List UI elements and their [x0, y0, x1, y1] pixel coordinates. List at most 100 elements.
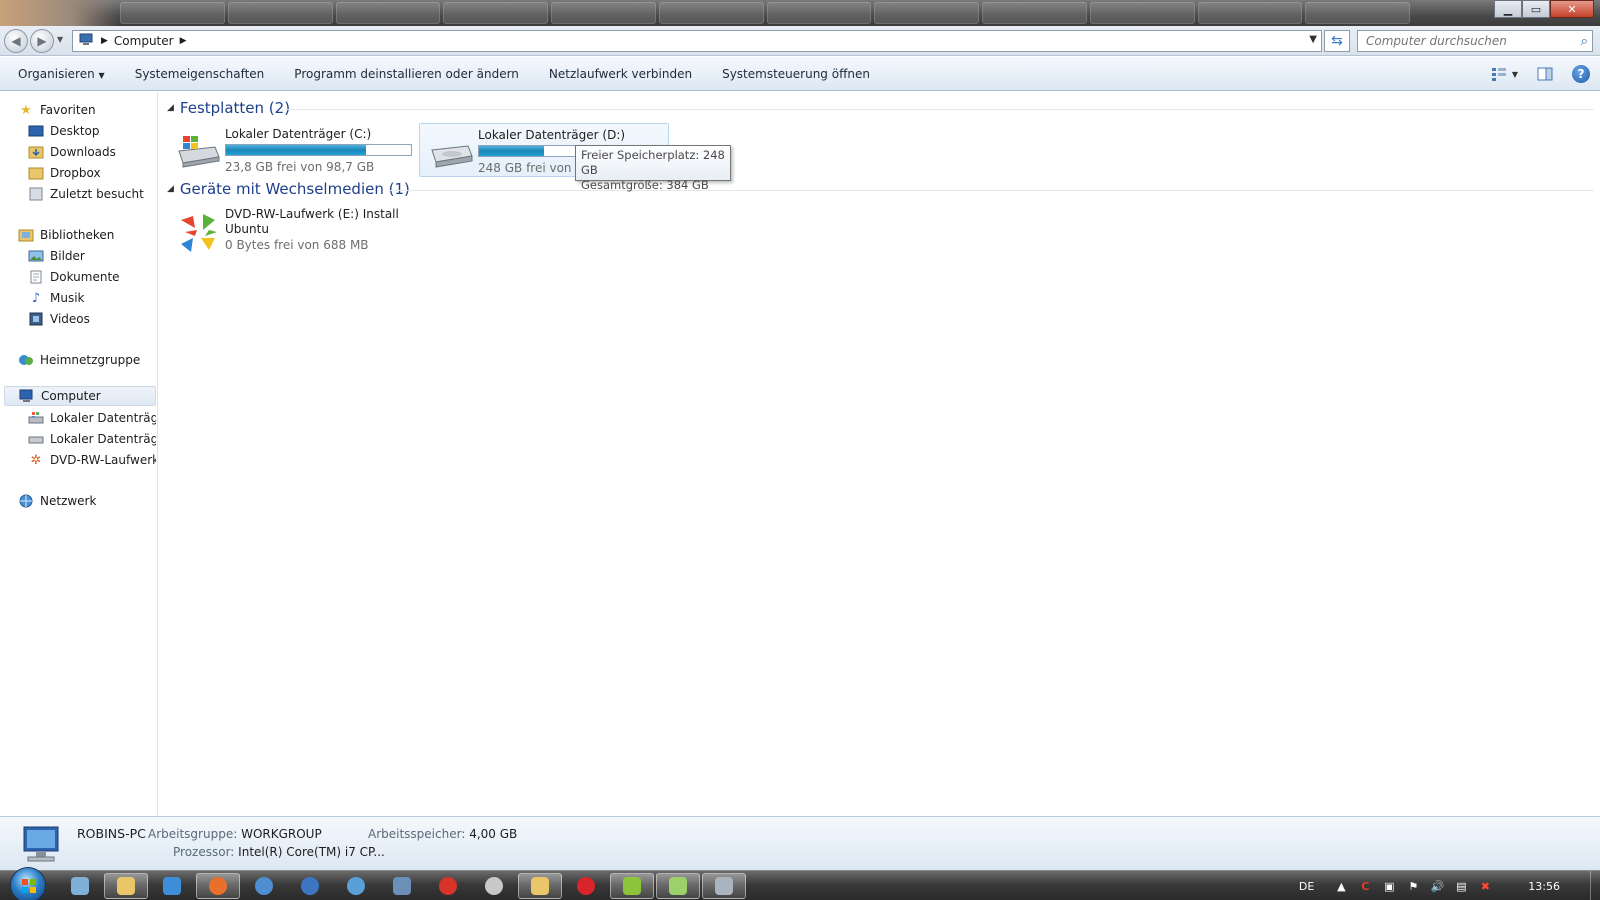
nav-recent[interactable]: Zuletzt besucht [28, 184, 144, 204]
taskbar-download[interactable] [656, 873, 700, 899]
taskbar-volume-app[interactable] [702, 873, 746, 899]
android-icon [623, 877, 641, 895]
background-tab [1305, 2, 1410, 24]
computer-icon [19, 388, 35, 404]
search-input[interactable] [1366, 34, 1566, 48]
show-desktop-icon [71, 877, 89, 895]
group-header-removable[interactable]: ◢ Geräte mit Wechselmedien (1) [167, 180, 410, 198]
search-icon[interactable]: ⌕ [1581, 34, 1588, 49]
ccleaner-tray-icon[interactable]: C [1356, 878, 1374, 894]
preview-pane-button[interactable] [1536, 65, 1554, 83]
open-control-panel-button[interactable]: Systemsteuerung öffnen [722, 67, 870, 81]
dvd-drive-tile[interactable]: DVD-RW-Laufwerk (E:) Install Ubuntu 0 By… [167, 204, 417, 264]
address-bar[interactable]: ▶ Computer ▶ ▼ [72, 30, 1322, 52]
taskbar-skype[interactable] [334, 873, 378, 899]
minimize-button[interactable]: ▁ [1494, 0, 1522, 18]
maximize-button[interactable]: ▭ [1522, 0, 1550, 18]
collapse-triangle-icon[interactable]: ◢ [167, 184, 174, 194]
taskbar-show-desktop[interactable] [58, 873, 102, 899]
workgroup-value: WORKGROUP [241, 827, 322, 841]
close-button[interactable]: ✕ [1550, 0, 1594, 18]
drive-c-free-space: 23,8 GB frei von 98,7 GB [225, 160, 375, 174]
network-tray-icon[interactable]: ▤ [1452, 878, 1470, 894]
forward-arrow-icon: ▶ [37, 34, 47, 48]
organize-button[interactable]: Organisieren ▼ [18, 67, 105, 81]
group-header-hard-disks[interactable]: ◢ Festplatten (2) [167, 99, 290, 117]
taskbar-libraries[interactable] [104, 873, 148, 899]
taskbar-thunderbird[interactable] [242, 873, 286, 899]
navigation-pane: ★ Favoriten Desktop Downloads Dropbox Zu… [0, 92, 158, 816]
taskbar-security[interactable] [380, 873, 424, 899]
group-title-removable: Geräte mit Wechselmedien (1) [179, 180, 410, 198]
forward-button[interactable]: ▶ [30, 29, 54, 53]
nav-videos[interactable]: Videos [28, 309, 90, 329]
taskbar-explorer[interactable] [518, 873, 562, 899]
nav-favorites-label: Favoriten [40, 103, 96, 117]
security-icon [393, 877, 411, 895]
nav-pictures[interactable]: Bilder [28, 246, 85, 266]
taskbar-steam[interactable] [472, 873, 516, 899]
nav-dropbox[interactable]: Dropbox [28, 163, 101, 183]
steam-icon [485, 877, 503, 895]
taskbar-firefox[interactable] [196, 873, 240, 899]
help-button[interactable]: ? [1572, 65, 1590, 83]
change-view-button[interactable] [1490, 65, 1508, 83]
show-desktop-button[interactable] [1590, 871, 1600, 900]
nav-downloads[interactable]: Downloads [28, 142, 116, 162]
workgroup-label: Arbeitsgruppe: [148, 827, 238, 841]
taskbar-ccleaner[interactable] [426, 873, 470, 899]
nav-music-label: Musik [50, 291, 85, 305]
language-indicator[interactable]: DE [1299, 880, 1314, 893]
alert-tray-icon[interactable]: ✖ [1476, 878, 1494, 894]
nav-pictures-label: Bilder [50, 249, 85, 263]
nav-music[interactable]: ♪ Musik [28, 288, 85, 308]
volume-icon[interactable]: 🔊 [1428, 878, 1446, 894]
drive-c-tile[interactable]: Lokaler Datenträger (C:) 23,8 GB frei vo… [167, 123, 417, 177]
pictures-icon [28, 248, 44, 264]
hard-drive-icon [28, 431, 44, 447]
maxthon-icon [301, 877, 319, 895]
map-network-drive-button[interactable]: Netzlaufwerk verbinden [549, 67, 692, 81]
nav-libraries[interactable]: Bibliotheken [18, 225, 114, 245]
nav-homegroup[interactable]: Heimnetzgruppe [18, 350, 140, 370]
drive-c-usage-fill [226, 145, 367, 155]
clock[interactable]: 13:56 [1528, 880, 1560, 893]
command-bar-right: ▼ ? [1490, 65, 1590, 83]
nav-videos-label: Videos [50, 312, 90, 326]
nav-drive-c[interactable]: Lokaler Datenträger [28, 408, 156, 428]
nav-computer[interactable]: Computer [4, 386, 156, 406]
start-button[interactable] [10, 867, 46, 900]
device-tray-icon[interactable]: ▣ [1380, 878, 1398, 894]
nav-network[interactable]: Netzwerk [18, 491, 96, 511]
show-hidden-icons[interactable]: ▲ [1332, 878, 1350, 894]
firefox-icon [209, 877, 227, 895]
view-menu-chevron-icon[interactable]: ▼ [1512, 70, 1518, 79]
address-dropdown-icon[interactable]: ▼ [1309, 34, 1317, 45]
nav-dvd-drive[interactable]: ✲ DVD-RW-Laufwerk ( [28, 450, 156, 470]
breadcrumb-separator-icon[interactable]: ▶ [101, 36, 108, 46]
taskbar-opera[interactable] [564, 873, 608, 899]
nav-libraries-label: Bibliotheken [40, 228, 115, 242]
background-tab [120, 2, 225, 24]
back-button[interactable]: ◀ [4, 29, 28, 53]
system-properties-button[interactable]: Systemeigenschaften [135, 67, 265, 81]
drive-d-name: Lokaler Datenträger (D:) [478, 128, 626, 142]
recent-pages-chevron-icon[interactable]: ▼ [57, 35, 63, 44]
organize-label: Organisieren [18, 66, 95, 81]
search-box[interactable]: ⌕ [1357, 30, 1593, 52]
breadcrumb-computer[interactable]: Computer [114, 34, 174, 48]
uninstall-program-button[interactable]: Programm deinstallieren oder ändern [294, 67, 519, 81]
breadcrumb-separator-icon[interactable]: ▶ [180, 36, 187, 46]
nav-documents[interactable]: Dokumente [28, 267, 120, 287]
taskbar-android[interactable] [610, 873, 654, 899]
nav-desktop[interactable]: Desktop [28, 121, 100, 141]
action-center-flag-icon[interactable]: ⚑ [1404, 878, 1422, 894]
refresh-button[interactable]: ⇆ [1324, 30, 1350, 52]
collapse-triangle-icon[interactable]: ◢ [167, 103, 174, 113]
hard-drive-icon [431, 145, 473, 168]
opera-icon [577, 877, 595, 895]
nav-favorites[interactable]: ★ Favoriten [18, 100, 96, 120]
taskbar-maxthon[interactable] [288, 873, 332, 899]
taskbar-dropbox[interactable] [150, 873, 194, 899]
nav-drive-d[interactable]: Lokaler Datenträger [28, 429, 156, 449]
